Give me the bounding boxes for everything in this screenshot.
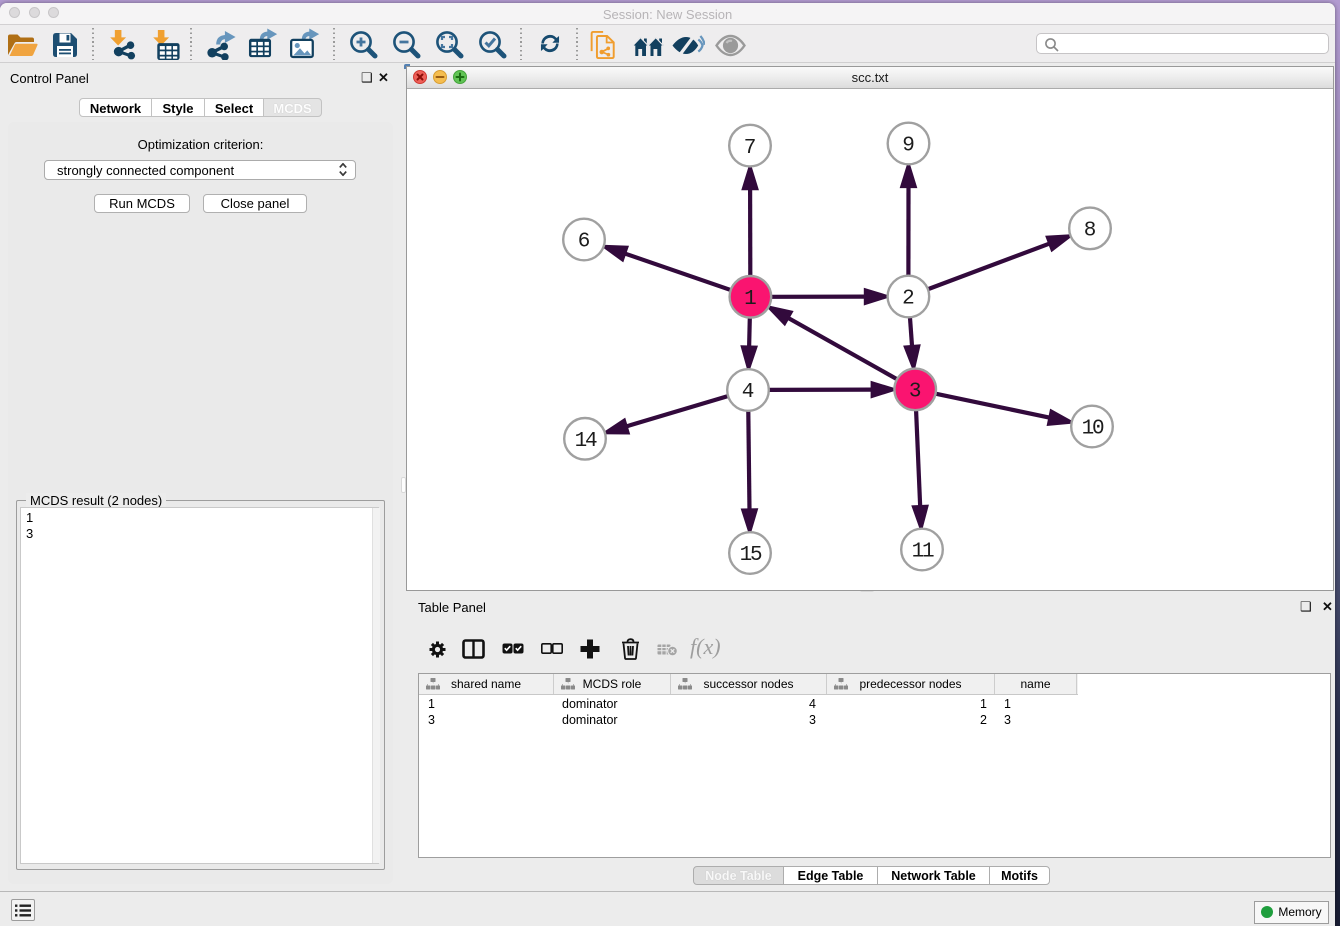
svg-text:1: 1 (744, 288, 757, 311)
svg-text:10: 10 (1082, 418, 1104, 441)
svg-text:8: 8 (1084, 220, 1097, 243)
svg-text:4: 4 (742, 381, 755, 404)
svg-text:6: 6 (578, 231, 591, 254)
svg-text:2: 2 (902, 288, 915, 311)
svg-text:7: 7 (744, 137, 757, 160)
svg-text:14: 14 (575, 430, 597, 453)
svg-text:15: 15 (740, 544, 762, 567)
svg-text:3: 3 (909, 381, 922, 404)
svg-text:11: 11 (912, 541, 934, 564)
svg-text:9: 9 (902, 135, 915, 158)
